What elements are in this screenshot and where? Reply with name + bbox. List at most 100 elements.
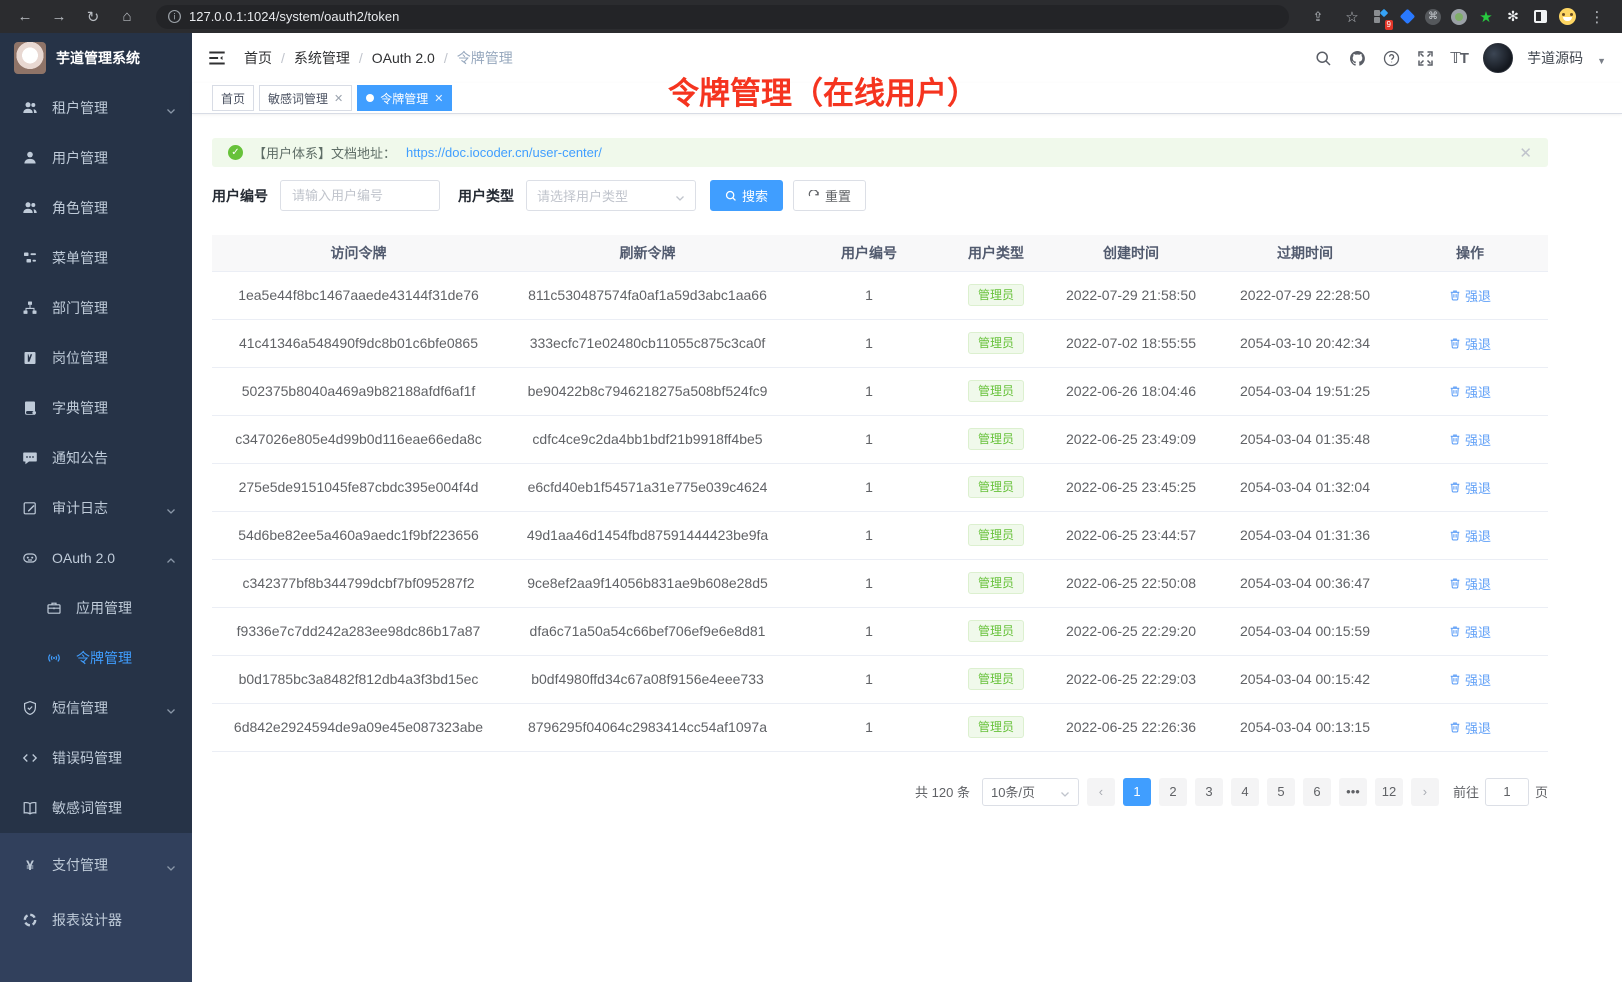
- extension-gem-icon[interactable]: [1398, 8, 1416, 26]
- sidebar-item-role[interactable]: 角色管理: [0, 183, 192, 233]
- user-id-input[interactable]: [280, 180, 440, 211]
- side-panel-icon[interactable]: [1531, 8, 1549, 26]
- create-time-cell: 2022-06-25 22:29:20: [1044, 607, 1218, 655]
- column-header: 创建时间: [1044, 235, 1218, 271]
- yen-icon: ¥: [22, 857, 38, 873]
- page-button-6[interactable]: 6: [1303, 778, 1331, 806]
- site-info-icon[interactable]: ⓘ: [168, 10, 181, 23]
- force-logout-button[interactable]: 强退: [1449, 286, 1491, 305]
- collapse-sidebar-icon[interactable]: [206, 47, 228, 69]
- force-logout-button[interactable]: 强退: [1449, 382, 1491, 401]
- sidebar-item-pay[interactable]: ¥ 支付管理: [0, 837, 192, 892]
- force-logout-button[interactable]: 强退: [1449, 574, 1491, 593]
- page-button-4[interactable]: 4: [1231, 778, 1259, 806]
- force-logout-button[interactable]: 强退: [1449, 430, 1491, 449]
- profile-emoji-icon[interactable]: [1558, 8, 1576, 26]
- action-cell: 强退: [1392, 511, 1548, 559]
- force-logout-button[interactable]: 强退: [1449, 718, 1491, 737]
- breadcrumb-system[interactable]: 系统管理: [294, 48, 350, 68]
- back-icon[interactable]: ←: [10, 5, 40, 29]
- user-type-select[interactable]: 请选择用户类型: [526, 180, 696, 211]
- sidebar-item-tenant[interactable]: 租户管理: [0, 83, 192, 133]
- sidebar-item-report-designer[interactable]: 报表设计器: [0, 892, 192, 947]
- tab-sensitive[interactable]: 敏感词管理 ✕: [259, 85, 352, 111]
- home-icon[interactable]: ⌂: [112, 5, 142, 29]
- tab-token[interactable]: 令牌管理 ✕: [357, 85, 452, 111]
- goto-page-input[interactable]: [1485, 778, 1529, 806]
- github-icon[interactable]: [1347, 48, 1367, 68]
- user-type-cell: 管理员: [948, 367, 1044, 415]
- sidebar-item-dict[interactable]: 字典管理: [0, 383, 192, 433]
- extension-star-icon[interactable]: ★: [1477, 8, 1495, 26]
- page-button-1[interactable]: 1: [1123, 778, 1151, 806]
- sidebar-item-notice[interactable]: 通知公告: [0, 433, 192, 483]
- forward-icon[interactable]: →: [44, 5, 74, 29]
- search-icon[interactable]: [1313, 48, 1333, 68]
- sidebar-item-sensitive[interactable]: 敏感词管理: [0, 783, 192, 833]
- reload-icon[interactable]: ↻: [78, 5, 108, 29]
- breadcrumb-oauth[interactable]: OAuth 2.0: [372, 50, 435, 66]
- search-button[interactable]: 搜索: [710, 180, 783, 211]
- breadcrumb-home[interactable]: 首页: [244, 48, 272, 68]
- create-time-cell: 2022-06-25 22:29:03: [1044, 655, 1218, 703]
- sidebar-item-sms[interactable]: 短信管理: [0, 683, 192, 733]
- refresh-token-cell: 8796295f04064c2983414cc54af1097a: [505, 703, 790, 751]
- browser-menu-icon[interactable]: ⋮: [1582, 5, 1612, 29]
- fullscreen-icon[interactable]: [1415, 48, 1435, 68]
- refresh-token-cell: e6cfd40eb1f54571a31e775e039c4624: [505, 463, 790, 511]
- force-logout-button[interactable]: 强退: [1449, 478, 1491, 497]
- prev-page-button[interactable]: ‹: [1087, 778, 1115, 806]
- sidebar-item-app-manage[interactable]: 应用管理: [0, 583, 192, 633]
- refresh-token-cell: 9ce8ef2aa9f14056b831ae9b608e28d5: [505, 559, 790, 607]
- reset-button[interactable]: 重置: [793, 180, 866, 211]
- extension-blocks-icon[interactable]: 9: [1371, 8, 1389, 26]
- sidebar-item-oauth[interactable]: OAuth 2.0: [0, 533, 192, 583]
- sidebar-item-post[interactable]: 岗位管理: [0, 333, 192, 383]
- column-header: 用户编号: [790, 235, 948, 271]
- user-caret-icon[interactable]: ▼: [1597, 56, 1606, 66]
- user-id-cell: 1: [790, 655, 948, 703]
- share-icon[interactable]: ⇪: [1303, 5, 1333, 29]
- address-bar[interactable]: ⓘ 127.0.0.1:1024/system/oauth2/token: [156, 5, 1289, 29]
- force-logout-button[interactable]: 强退: [1449, 526, 1491, 545]
- page-size-select[interactable]: 10条/页: [982, 778, 1079, 806]
- next-page-button[interactable]: ›: [1411, 778, 1439, 806]
- sidebar-item-user[interactable]: 用户管理: [0, 133, 192, 183]
- action-cell: 强退: [1392, 655, 1548, 703]
- tab-home[interactable]: 首页: [212, 85, 254, 111]
- page-button-2[interactable]: 2: [1159, 778, 1187, 806]
- font-size-icon[interactable]: 𝕋T: [1449, 48, 1469, 68]
- extensions-puzzle-icon[interactable]: ✻: [1504, 8, 1522, 26]
- force-logout-button[interactable]: 强退: [1449, 622, 1491, 641]
- sidebar-item-audit[interactable]: 审计日志: [0, 483, 192, 533]
- id-badge-icon: [22, 350, 38, 366]
- extension-command-icon[interactable]: ⌘: [1425, 9, 1441, 25]
- more-pages-button[interactable]: •••: [1339, 778, 1367, 806]
- user-id-cell: 1: [790, 271, 948, 319]
- expire-time-cell: 2054-03-04 01:32:04: [1218, 463, 1392, 511]
- sidebar-item-dept[interactable]: 部门管理: [0, 283, 192, 333]
- user-type-cell: 管理员: [948, 559, 1044, 607]
- doc-link[interactable]: https://doc.iocoder.cn/user-center/: [406, 145, 602, 160]
- close-icon[interactable]: ✕: [434, 92, 443, 105]
- force-logout-button[interactable]: 强退: [1449, 334, 1491, 353]
- page-button-12[interactable]: 12: [1375, 778, 1403, 806]
- sidebar-item-token-manage[interactable]: 令牌管理: [0, 633, 192, 683]
- help-icon[interactable]: [1381, 48, 1401, 68]
- sidebar-item-errcode[interactable]: 错误码管理: [0, 733, 192, 783]
- close-icon[interactable]: ✕: [334, 92, 343, 105]
- page-button-5[interactable]: 5: [1267, 778, 1295, 806]
- alert-close-icon[interactable]: ✕: [1519, 144, 1532, 162]
- app-logo[interactable]: 芋道管理系统: [0, 33, 192, 83]
- logo-rabbit-image: [14, 42, 46, 74]
- report-ring-icon: [22, 912, 38, 928]
- user-name[interactable]: 芋道源码: [1527, 48, 1583, 68]
- avatar[interactable]: [1483, 43, 1513, 73]
- chevron-down-icon: [166, 103, 176, 113]
- sidebar-item-menu[interactable]: 菜单管理: [0, 233, 192, 283]
- page-button-3[interactable]: 3: [1195, 778, 1223, 806]
- extension-record-icon[interactable]: [1450, 8, 1468, 26]
- bookmark-star-icon[interactable]: ☆: [1337, 5, 1367, 29]
- create-time-cell: 2022-06-25 23:44:57: [1044, 511, 1218, 559]
- force-logout-button[interactable]: 强退: [1449, 670, 1491, 689]
